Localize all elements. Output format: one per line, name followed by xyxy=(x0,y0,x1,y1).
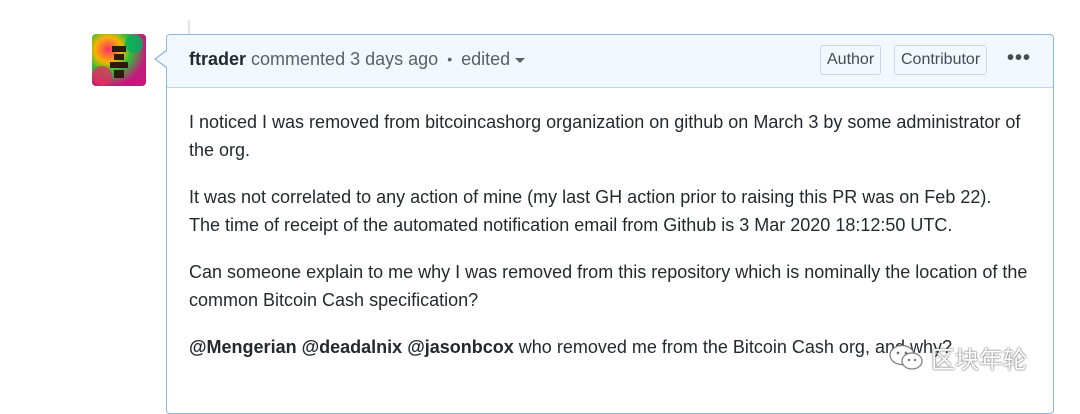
watermark: 区块年轮 xyxy=(889,340,1027,375)
user-avatar[interactable] xyxy=(92,34,146,86)
mention-link[interactable]: @Mengerian xyxy=(189,337,297,357)
comment-paragraph: It was not correlated to any action of m… xyxy=(189,183,1031,239)
watermark-text: 区块年轮 xyxy=(931,347,1027,374)
chevron-down-icon xyxy=(515,57,526,63)
comment-paragraph: Can someone explain to me why I was remo… xyxy=(189,262,1028,310)
comment-author-link[interactable]: ftrader xyxy=(189,49,246,69)
separator-dot: • xyxy=(447,51,453,67)
timeline-connector xyxy=(188,20,190,34)
comment-line: The time of receipt of the automated not… xyxy=(189,215,953,235)
comment-body: I noticed I was removed from bitcoincash… xyxy=(167,88,1053,361)
mention-link[interactable]: @jasonbcox xyxy=(407,337,514,357)
more-options-icon[interactable]: ••• xyxy=(1007,47,1031,70)
comment-action: commented xyxy=(251,49,346,69)
comment-paragraph: I noticed I was removed from bitcoincash… xyxy=(189,112,1021,160)
comment-text: who removed me from the Bitcoin Cash org… xyxy=(518,337,953,357)
comment-time-link[interactable]: 3 days ago xyxy=(350,49,438,69)
comment-header: ftrader commented 3 days ago • edited Au… xyxy=(167,35,1053,88)
wechat-icon xyxy=(889,344,923,370)
mention-link[interactable]: @deadalnix xyxy=(302,337,403,357)
comment-pointer-fill xyxy=(156,51,167,67)
contributor-badge: Contributor xyxy=(894,45,988,75)
edited-dropdown[interactable]: edited xyxy=(461,49,526,69)
comment-line: It was not correlated to any action of m… xyxy=(189,187,992,207)
edited-label: edited xyxy=(461,49,511,69)
author-badge: Author xyxy=(820,45,882,75)
